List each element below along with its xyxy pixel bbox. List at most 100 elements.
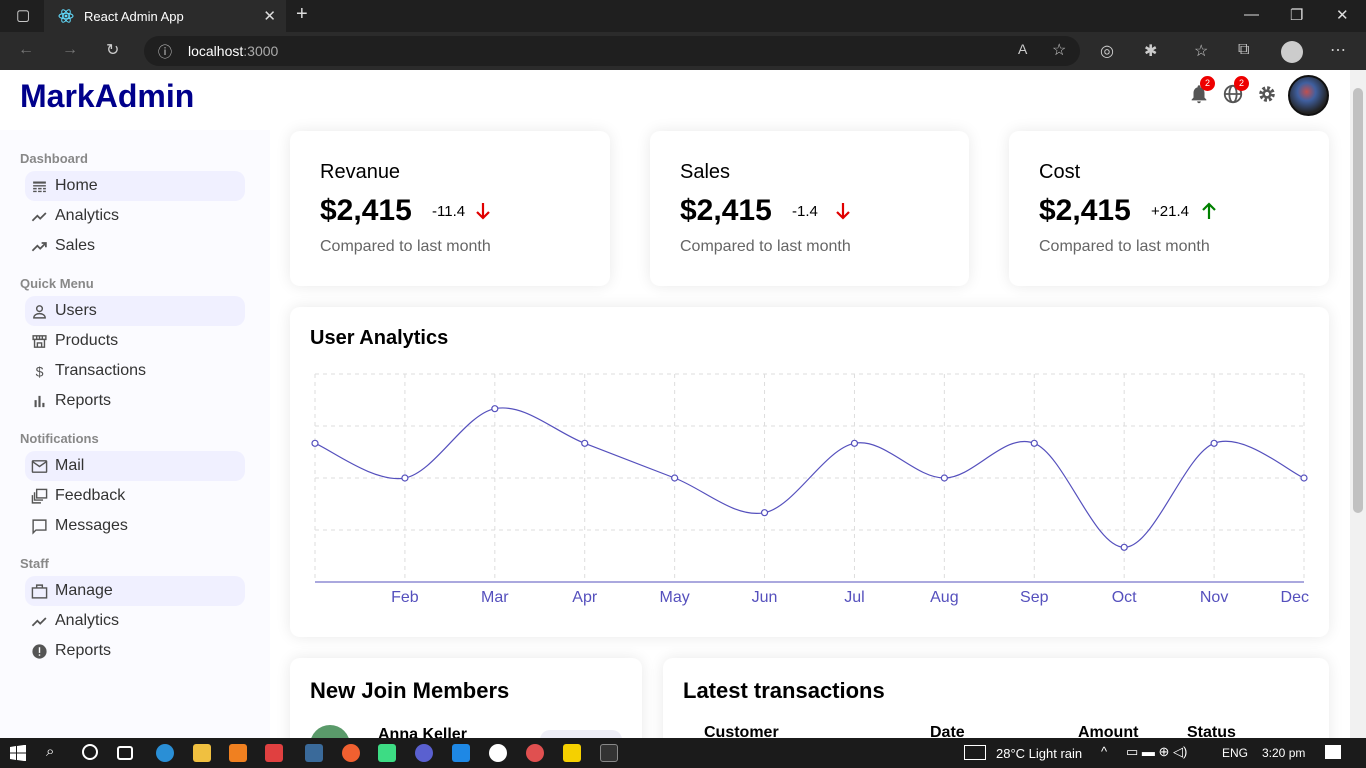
app-icon[interactable] <box>526 744 544 762</box>
minimize-icon[interactable]: — <box>1244 6 1259 23</box>
data-point <box>1030 439 1038 447</box>
sidebar-section-title: Staff <box>20 556 49 571</box>
bar-chart-icon <box>34 395 45 408</box>
kpi-value: $2,415 <box>320 194 412 227</box>
weather-text[interactable]: 28°C Light rain <box>996 746 1082 761</box>
sidebar-item-home[interactable]: Home <box>25 171 245 201</box>
trending-icon <box>31 212 47 222</box>
app-icon[interactable] <box>415 744 433 762</box>
briefcase-icon <box>31 584 48 599</box>
clock[interactable]: 3:20 pm <box>1262 746 1305 760</box>
sidebar-item-transactions[interactable]: $ Transactions <box>25 356 245 386</box>
sidebar-item-messages[interactable]: Messages <box>25 511 245 541</box>
app-root: MarkAdmin 2 2 Dashboard Home Analytics S… <box>0 70 1350 738</box>
x-tick-label: Nov <box>1200 589 1228 606</box>
logo[interactable]: MarkAdmin <box>20 78 194 115</box>
page-scrollbar[interactable] <box>1350 70 1366 738</box>
x-tick-label: Mar <box>481 589 509 606</box>
sidebar-item-manage[interactable]: Manage <box>25 576 245 606</box>
app-icon[interactable] <box>305 744 323 762</box>
sidebar-item-analytics[interactable]: Analytics <box>25 201 245 231</box>
sidebar-item-feedback[interactable]: Feedback <box>25 481 245 511</box>
kpi-subtitle: Compared to last month <box>680 238 851 255</box>
tab-actions-icon[interactable]: ▢ <box>16 6 30 24</box>
puzzle-icon[interactable]: ✱ <box>1144 41 1157 61</box>
sidebar-item-mail[interactable]: Mail <box>25 451 245 481</box>
sidebar-item-users[interactable]: Users <box>25 296 245 326</box>
refresh-icon[interactable]: ↻ <box>106 40 119 60</box>
kpi-rate: -11.4 <box>432 203 466 220</box>
new-tab-icon[interactable]: + <box>296 3 308 26</box>
x-tick-label: Dec <box>1281 589 1309 606</box>
column-header-date: Date <box>930 724 965 738</box>
kpi-rate: +21.4 <box>1151 203 1189 220</box>
back-icon[interactable]: ← <box>18 41 34 59</box>
data-point <box>581 439 589 447</box>
vlc-icon[interactable] <box>229 744 247 762</box>
scrollbar-thumb[interactable] <box>1353 88 1363 513</box>
maximize-icon[interactable]: ❐ <box>1290 6 1303 24</box>
data-point <box>1300 474 1308 482</box>
sidebar: Dashboard Home Analytics Sales Quick Men… <box>0 130 270 738</box>
favorite-icon[interactable]: ☆ <box>1052 40 1066 60</box>
sidebar-item-label: Users <box>55 302 97 319</box>
app-icon[interactable] <box>489 744 507 762</box>
tray-chevron-icon[interactable]: ^ <box>1101 744 1107 759</box>
avatar[interactable] <box>1288 75 1329 116</box>
data-point <box>491 405 499 413</box>
vscode-icon[interactable] <box>452 744 470 762</box>
language-indicator[interactable]: ENG <box>1222 746 1248 760</box>
windows-start-icon[interactable] <box>10 745 26 761</box>
info-icon[interactable]: ⓘ <box>158 42 172 62</box>
tab-close-icon[interactable]: ✕ <box>263 7 276 25</box>
browser-tab[interactable]: React Admin App ✕ <box>44 0 286 32</box>
search-icon[interactable]: ⌕ <box>46 743 54 760</box>
terminal-icon[interactable] <box>600 744 618 762</box>
sidebar-item-staff-analytics[interactable]: Analytics <box>25 606 245 636</box>
cortana-icon[interactable] <box>82 744 98 760</box>
sidebar-item-sales[interactable]: Sales <box>25 231 245 261</box>
kpi-subtitle: Compared to last month <box>1039 238 1210 255</box>
task-view-icon[interactable] <box>117 746 133 760</box>
kpi-subtitle: Compared to last month <box>320 238 491 255</box>
sidebar-section-title: Quick Menu <box>20 276 94 291</box>
postman-icon[interactable] <box>342 744 360 762</box>
x-tick-label: Jun <box>752 589 778 606</box>
anydesk-icon[interactable] <box>265 744 283 762</box>
arrow-down-icon <box>836 203 850 220</box>
window-close-icon[interactable]: ✕ <box>1336 6 1349 24</box>
data-point <box>1120 543 1128 551</box>
user-analytics-card: User Analytics Feb Mar Apr May Jun Jul Aug Sep O… <box>290 307 1329 637</box>
member-display-button[interactable] <box>540 730 622 738</box>
more-icon[interactable]: ⋯ <box>1330 40 1346 60</box>
url-field[interactable]: ⓘ localhost:3000 A ☆ <box>144 36 1080 66</box>
sidebar-item-label: Transactions <box>55 362 146 379</box>
sidebar-item-products[interactable]: Products <box>25 326 245 356</box>
tray-icons[interactable]: ▭ ▬ ⊕ ◁) <box>1126 744 1187 760</box>
collections-icon[interactable]: ⧉ <box>1238 41 1249 59</box>
file-explorer-icon[interactable] <box>193 744 211 762</box>
edge-icon[interactable] <box>156 744 174 762</box>
dollar-icon: $ <box>36 364 44 380</box>
forward-icon[interactable]: → <box>62 41 78 59</box>
news-widget-icon[interactable] <box>964 745 986 760</box>
profile-icon[interactable] <box>1281 41 1303 63</box>
notification-center-icon[interactable] <box>1325 745 1341 759</box>
android-studio-icon[interactable] <box>378 744 396 762</box>
favorites-icon[interactable]: ☆ <box>1194 41 1208 61</box>
address-bar-row: ← → ↻ ⓘ localhost:3000 A ☆ ◎ ✱ ☆ ⧉ ⋯ <box>0 32 1366 70</box>
extension-icon[interactable]: ◎ <box>1100 41 1114 61</box>
sticky-notes-icon[interactable] <box>563 744 581 762</box>
kpi-title: Revanue <box>320 161 401 183</box>
sidebar-item-staff-reports[interactable]: Reports <box>25 636 245 666</box>
sidebar-item-label: Reports <box>55 392 112 409</box>
members-title: New Join Members <box>310 678 510 703</box>
data-point <box>760 509 769 517</box>
sidebar-item-reports[interactable]: Reports <box>25 386 245 416</box>
home-icon <box>33 181 46 193</box>
column-header-status: Status <box>1187 724 1236 738</box>
read-aloud-icon[interactable]: A <box>1018 41 1027 57</box>
notifications-button[interactable]: 2 <box>1188 76 1215 105</box>
language-button[interactable]: 2 <box>1222 76 1249 105</box>
settings-button[interactable] <box>1256 83 1278 105</box>
